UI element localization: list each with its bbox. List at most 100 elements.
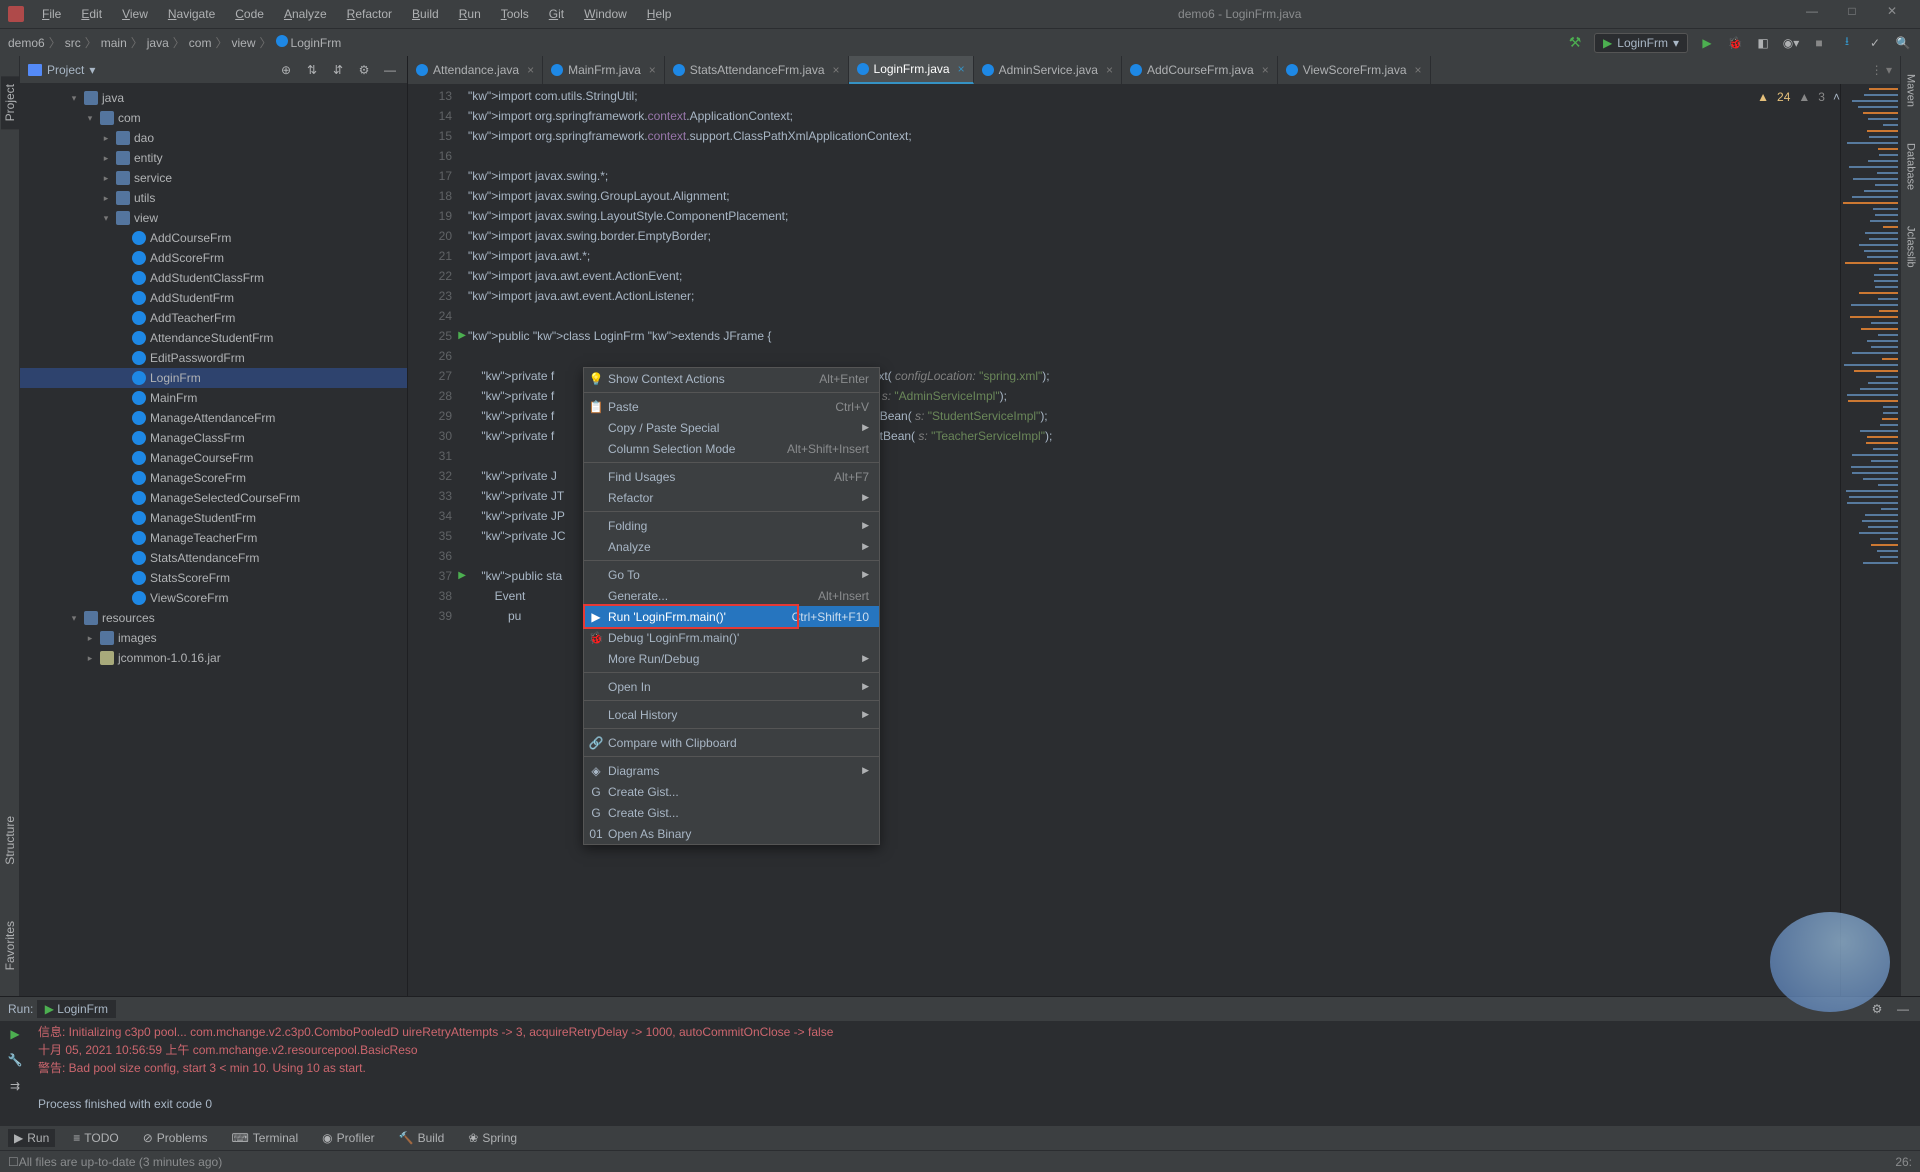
tree-node[interactable]: ManageClassFrm	[20, 428, 407, 448]
tree-node[interactable]: AttendanceStudentFrm	[20, 328, 407, 348]
search-everywhere-button[interactable]: 🔍	[1894, 34, 1912, 52]
bottom-tab-profiler[interactable]: ◉Profiler	[316, 1129, 381, 1147]
maximize-button[interactable]: □	[1840, 4, 1864, 24]
run-settings-icon[interactable]: ⚙	[1868, 1000, 1886, 1018]
context-menu-item[interactable]: 01Open As Binary	[584, 823, 879, 844]
context-menu-item[interactable]: 📋PasteCtrl+V	[584, 396, 879, 417]
breadcrumb-item[interactable]: src	[65, 36, 81, 50]
favorites-tool-tab[interactable]: Favorites	[1, 913, 19, 978]
editor-tab[interactable]: AdminService.java×	[974, 56, 1122, 84]
editor-tab[interactable]: ViewScoreFrm.java×	[1278, 56, 1431, 84]
run-panel-config[interactable]: ▶ LoginFrm	[37, 1000, 116, 1018]
structure-tool-tab[interactable]: Structure	[1, 808, 19, 873]
close-tab-icon[interactable]: ×	[1106, 63, 1113, 77]
hide-button[interactable]: —	[381, 61, 399, 79]
git-update-button[interactable]: ⭳	[1838, 34, 1856, 52]
coverage-button[interactable]: ◧	[1754, 34, 1772, 52]
close-tab-icon[interactable]: ×	[527, 63, 534, 77]
menu-window[interactable]: Window	[576, 3, 635, 25]
tree-node[interactable]: ▸service	[20, 168, 407, 188]
context-menu-item[interactable]: Generate...Alt+Insert	[584, 585, 879, 606]
tree-node[interactable]: MainFrm	[20, 388, 407, 408]
collapse-all-button[interactable]: ⇵	[329, 61, 347, 79]
tree-node[interactable]: ▸images	[20, 628, 407, 648]
debug-button[interactable]: 🐞	[1726, 34, 1744, 52]
tree-node[interactable]: ▸utils	[20, 188, 407, 208]
tree-node[interactable]: ManageSelectedCourseFrm	[20, 488, 407, 508]
context-menu-item[interactable]: Refactor▶	[584, 487, 879, 508]
menu-refactor[interactable]: Refactor	[339, 3, 400, 25]
context-menu-item[interactable]: More Run/Debug▶	[584, 648, 879, 669]
close-tab-icon[interactable]: ×	[649, 63, 656, 77]
breadcrumb-item[interactable]: view	[231, 36, 255, 50]
context-menu-item[interactable]: Analyze▶	[584, 536, 879, 557]
maven-tool-tab[interactable]: Maven	[1903, 66, 1919, 115]
tree-node[interactable]: EditPasswordFrm	[20, 348, 407, 368]
expand-all-button[interactable]: ⇅	[303, 61, 321, 79]
menu-run[interactable]: Run	[451, 3, 489, 25]
run-output[interactable]: 信息: Initializing c3p0 pool... com.mchang…	[30, 1021, 1920, 1126]
context-menu-item[interactable]: Folding▶	[584, 515, 879, 536]
profile-button[interactable]: ◉▾	[1782, 34, 1800, 52]
run-button[interactable]: ▶	[1698, 34, 1716, 52]
menu-analyze[interactable]: Analyze	[276, 3, 335, 25]
hide-run-button[interactable]: —	[1894, 1000, 1912, 1018]
close-button[interactable]: ✕	[1880, 4, 1904, 24]
menu-navigate[interactable]: Navigate	[160, 3, 223, 25]
run-layout-button[interactable]: ⇉	[6, 1077, 24, 1095]
menu-help[interactable]: Help	[639, 3, 680, 25]
select-opened-file-button[interactable]: ⊕	[277, 61, 295, 79]
tree-node[interactable]: AddCourseFrm	[20, 228, 407, 248]
tree-node[interactable]: AddTeacherFrm	[20, 308, 407, 328]
close-tab-icon[interactable]: ×	[1415, 63, 1422, 77]
context-menu-item[interactable]: GCreate Gist...	[584, 781, 879, 802]
menu-git[interactable]: Git	[541, 3, 572, 25]
run-tools-button[interactable]: 🔧	[6, 1051, 24, 1069]
git-commit-button[interactable]: ✓	[1866, 34, 1884, 52]
gutter[interactable]: 13141516171819202122232425▶2627282930313…	[408, 84, 468, 996]
tree-node[interactable]: LoginFrm	[20, 368, 407, 388]
tree-node[interactable]: ManageScoreFrm	[20, 468, 407, 488]
bottom-tab-spring[interactable]: ❀Spring	[462, 1129, 523, 1147]
tree-node[interactable]: ViewScoreFrm	[20, 588, 407, 608]
status-icon[interactable]: ☐	[8, 1155, 19, 1169]
tree-node[interactable]: ▸jcommon-1.0.16.jar	[20, 648, 407, 668]
tree-node[interactable]: ▸entity	[20, 148, 407, 168]
close-tab-icon[interactable]: ×	[958, 62, 965, 76]
menu-code[interactable]: Code	[227, 3, 272, 25]
context-menu-item[interactable]: 🔗Compare with Clipboard	[584, 732, 879, 753]
settings-icon[interactable]: ⚙	[355, 61, 373, 79]
context-menu-item[interactable]: 🐞Debug 'LoginFrm.main()'	[584, 627, 879, 648]
breadcrumb-item[interactable]: main	[101, 36, 127, 50]
run-configuration-selector[interactable]: ▶ LoginFrm ▾	[1594, 33, 1688, 53]
context-menu-item[interactable]: GCreate Gist...	[584, 802, 879, 823]
close-tab-icon[interactable]: ×	[1262, 63, 1269, 77]
context-menu-item[interactable]: Column Selection ModeAlt+Shift+Insert	[584, 438, 879, 459]
minimize-button[interactable]: —	[1800, 4, 1824, 24]
bottom-tab-terminal[interactable]: ⌨Terminal	[225, 1129, 304, 1147]
context-menu-item[interactable]: ▶Run 'LoginFrm.main()'Ctrl+Shift+F10	[584, 606, 879, 627]
context-menu-item[interactable]: 💡Show Context ActionsAlt+Enter	[584, 368, 879, 389]
menu-view[interactable]: View	[114, 3, 156, 25]
breadcrumb-item[interactable]: com	[189, 36, 212, 50]
bottom-tab-build[interactable]: 🔨Build	[393, 1129, 451, 1147]
context-menu-item[interactable]: Open In▶	[584, 676, 879, 697]
tree-node[interactable]: ManageAttendanceFrm	[20, 408, 407, 428]
menu-file[interactable]: File	[34, 3, 69, 25]
tree-node[interactable]: AddStudentClassFrm	[20, 268, 407, 288]
stop-button[interactable]: ■	[1810, 34, 1828, 52]
project-tree[interactable]: ▾java▾com▸dao▸entity▸service▸utils▾viewA…	[20, 84, 407, 996]
tree-node[interactable]: ▾view	[20, 208, 407, 228]
tree-node[interactable]: ▾java	[20, 88, 407, 108]
project-tool-tab[interactable]: Project	[1, 76, 19, 129]
dropdown-icon[interactable]: ▾	[89, 63, 95, 77]
tree-node[interactable]: ManageCourseFrm	[20, 448, 407, 468]
tree-node[interactable]: AddScoreFrm	[20, 248, 407, 268]
database-tool-tab[interactable]: Database	[1903, 135, 1919, 198]
context-menu-item[interactable]: Copy / Paste Special▶	[584, 417, 879, 438]
tree-node[interactable]: ▾resources	[20, 608, 407, 628]
tree-node[interactable]: AddStudentFrm	[20, 288, 407, 308]
inspection-up[interactable]: ˄	[1833, 90, 1840, 104]
tree-node[interactable]: ManageStudentFrm	[20, 508, 407, 528]
rerun-button[interactable]: ▶	[6, 1025, 24, 1043]
